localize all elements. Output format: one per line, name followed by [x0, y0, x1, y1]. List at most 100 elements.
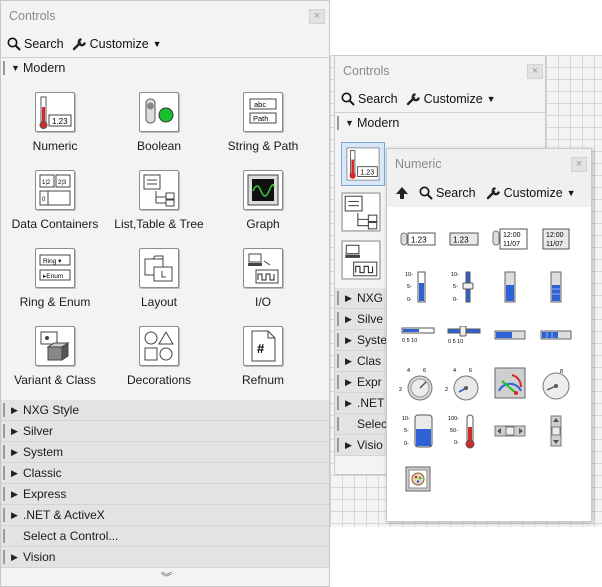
grip-icon[interactable]	[3, 445, 5, 459]
grip-icon[interactable]	[337, 116, 339, 130]
grip-icon[interactable]	[337, 396, 339, 410]
customize-button[interactable]: Customize ▼	[406, 92, 496, 106]
horizontal-fill-slide[interactable]: 0 5 10	[395, 311, 441, 359]
customize-button[interactable]: Customize ▼	[486, 186, 576, 200]
search-button[interactable]: Search	[7, 37, 64, 51]
vertical-scrollbar[interactable]	[533, 407, 579, 455]
svg-text:11/07: 11/07	[503, 241, 520, 248]
vertical-pointer-slide[interactable]: 10- 5- 0-	[441, 263, 487, 311]
category-numeric-selected[interactable]: 1.23	[341, 142, 385, 186]
category-io[interactable]	[341, 240, 381, 283]
svg-text:11/07: 11/07	[546, 241, 563, 248]
dial[interactable]: 4 6 2	[441, 359, 487, 407]
palette-titlebar[interactable]: Numeric ×	[387, 149, 591, 179]
grip-icon[interactable]	[337, 291, 339, 305]
category-decorations[interactable]: Decorations	[109, 322, 209, 392]
category-refnum[interactable]: # Refnum	[209, 322, 317, 392]
horizontal-progress-bar[interactable]	[487, 311, 533, 359]
time-stamp-control[interactable]: 12:00 11/07	[487, 215, 533, 263]
grip-icon[interactable]	[3, 424, 5, 438]
palette-dotnet-activex[interactable]: ▶ .NET & ActiveX	[1, 505, 329, 526]
gauge-icon	[494, 367, 526, 399]
palette-titlebar[interactable]: Controls ×	[1, 1, 329, 31]
close-button[interactable]: ×	[571, 157, 587, 172]
vertical-fill-slide[interactable]: 10- 5- 0-	[395, 263, 441, 311]
search-button[interactable]: Search	[419, 186, 476, 200]
grip-icon[interactable]	[3, 487, 5, 501]
svg-text:12:00: 12:00	[546, 232, 564, 239]
up-arrow-icon	[396, 187, 408, 199]
up-level-button[interactable]	[395, 186, 409, 200]
section-modern[interactable]: ▼ Modern	[335, 112, 545, 133]
palette-silver[interactable]: ▶ Silver	[1, 421, 329, 442]
select-a-control[interactable]: Select a Control...	[1, 526, 329, 547]
collapsed-triangle-icon: ▶	[11, 425, 18, 436]
palette-classic[interactable]: ▶ Classic	[1, 463, 329, 484]
collapsed-triangle-icon: ▶	[11, 509, 18, 520]
grip-icon[interactable]	[3, 550, 5, 564]
grip-icon[interactable]	[3, 466, 5, 480]
palette-nxg-style[interactable]: ▶ NXG Style	[1, 400, 329, 421]
numeric-control-icon: 1.23	[400, 232, 436, 246]
decorations-icon	[139, 326, 179, 366]
grip-icon[interactable]	[337, 333, 339, 347]
customize-button[interactable]: Customize ▼	[72, 37, 162, 51]
meter[interactable]: 8	[533, 359, 579, 407]
palette-titlebar[interactable]: Controls ×	[335, 56, 545, 86]
grip-icon[interactable]	[3, 508, 5, 522]
category-io[interactable]: I/O	[209, 244, 317, 314]
category-string-path[interactable]: abc Path String & Path	[209, 88, 317, 158]
grip-icon[interactable]	[337, 438, 339, 452]
close-button[interactable]: ×	[309, 9, 325, 24]
tank[interactable]: 10- 5- 0-	[395, 407, 441, 455]
thermometer[interactable]: 100- 50- 0-	[441, 407, 487, 455]
palette-vision[interactable]: ▶ Vision	[1, 547, 329, 568]
palette-express[interactable]: ▶ Express	[1, 484, 329, 505]
vertical-progress-bar[interactable]	[487, 263, 533, 311]
search-button[interactable]: Search	[341, 92, 398, 106]
category-ring-enum[interactable]: Ring ▾ ▸Enum Ring & Enum	[1, 244, 109, 314]
framed-color-box[interactable]	[395, 455, 441, 503]
grip-icon[interactable]	[337, 417, 339, 431]
collapsed-triangle-icon: ▶	[11, 446, 18, 457]
grip-icon[interactable]	[3, 403, 5, 417]
expanded-triangle-icon: ▼	[11, 63, 20, 73]
category-list-table-tree[interactable]	[341, 192, 381, 235]
close-button[interactable]: ×	[527, 64, 543, 79]
knob[interactable]: 4 6 2	[395, 359, 441, 407]
numeric-control[interactable]: 1.23	[395, 215, 441, 263]
grip-icon[interactable]	[3, 61, 5, 75]
category-data-containers[interactable]: 1|2 2|3 0 Data Containers	[1, 166, 109, 236]
category-numeric[interactable]: 1.23 Numeric	[1, 88, 109, 158]
time-stamp-indicator[interactable]: 12:00 11/07	[533, 215, 579, 263]
svg-text:0 5 10: 0 5 10	[448, 339, 463, 344]
grip-icon[interactable]	[3, 529, 5, 543]
grip-icon[interactable]	[337, 354, 339, 368]
grip-icon[interactable]	[337, 312, 339, 326]
svg-text:10-: 10-	[402, 416, 410, 422]
horizontal-pointer-slide[interactable]: 0 5 10	[441, 311, 487, 359]
gauge[interactable]	[487, 359, 533, 407]
horizontal-graduated-bar[interactable]	[533, 311, 579, 359]
category-grid: 1.23 Numeric Boolean abc Path String & Pa…	[1, 78, 329, 392]
svg-text:0 5 10: 0 5 10	[402, 338, 417, 344]
scroll-down-icon[interactable]: ︾	[161, 569, 172, 585]
refnum-icon: #	[243, 326, 283, 366]
category-graph[interactable]: Graph	[209, 166, 317, 236]
horizontal-scrollbar-icon	[494, 425, 526, 437]
category-boolean[interactable]: Boolean	[109, 88, 209, 158]
palette-toolbar: Search Customize ▼	[335, 86, 545, 112]
palette-system[interactable]: ▶ System	[1, 442, 329, 463]
numeric-indicator[interactable]: 1.23	[441, 215, 487, 263]
horizontal-scrollbar[interactable]	[487, 407, 533, 455]
category-layout[interactable]: Layout	[109, 244, 209, 314]
category-variant-class[interactable]: Variant & Class	[1, 322, 109, 392]
section-modern[interactable]: ▼ Modern	[1, 57, 329, 78]
category-list-table-tree[interactable]: List,Table & Tree	[109, 166, 209, 236]
vertical-graduated-bar[interactable]	[533, 263, 579, 311]
numeric-icon: 1.23	[346, 147, 380, 181]
controls-palette: Controls × Search Customize ▼ ▼ Modern 1.…	[0, 0, 330, 587]
search-icon	[341, 92, 355, 106]
grip-icon[interactable]	[337, 375, 339, 389]
search-icon	[419, 186, 433, 200]
